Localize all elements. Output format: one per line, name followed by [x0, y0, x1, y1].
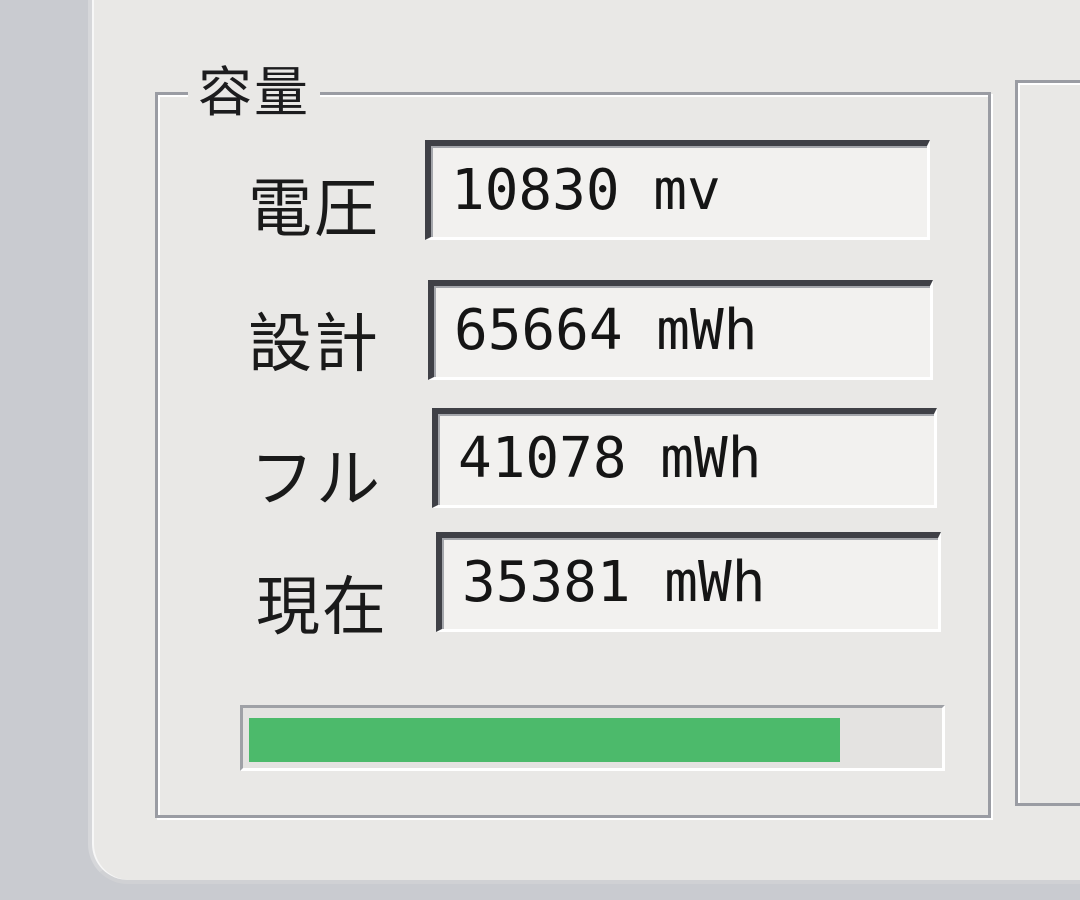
voltage-label: 電圧	[248, 173, 380, 247]
voltage-field[interactable]: 10830 mv	[425, 140, 930, 240]
charge-progress-fill	[249, 718, 840, 762]
current-capacity-field[interactable]: 35381 mWh	[436, 532, 941, 632]
current-capacity-label: 現在	[256, 571, 388, 645]
design-capacity-field[interactable]: 65664 mWh	[428, 280, 933, 380]
current-capacity-value: 35381 mWh	[462, 550, 766, 615]
charge-progress-bar	[240, 705, 945, 771]
full-charge-value: 41078 mWh	[458, 426, 762, 491]
adjacent-groupbox	[1015, 80, 1080, 806]
voltage-value: 10830 mv	[451, 158, 721, 223]
full-charge-field[interactable]: 41078 mWh	[432, 408, 937, 508]
design-capacity-label: 設計	[248, 308, 380, 382]
full-charge-label: フル	[250, 443, 382, 517]
design-capacity-value: 65664 mWh	[454, 298, 758, 363]
capacity-group-title: 容量	[188, 58, 320, 128]
